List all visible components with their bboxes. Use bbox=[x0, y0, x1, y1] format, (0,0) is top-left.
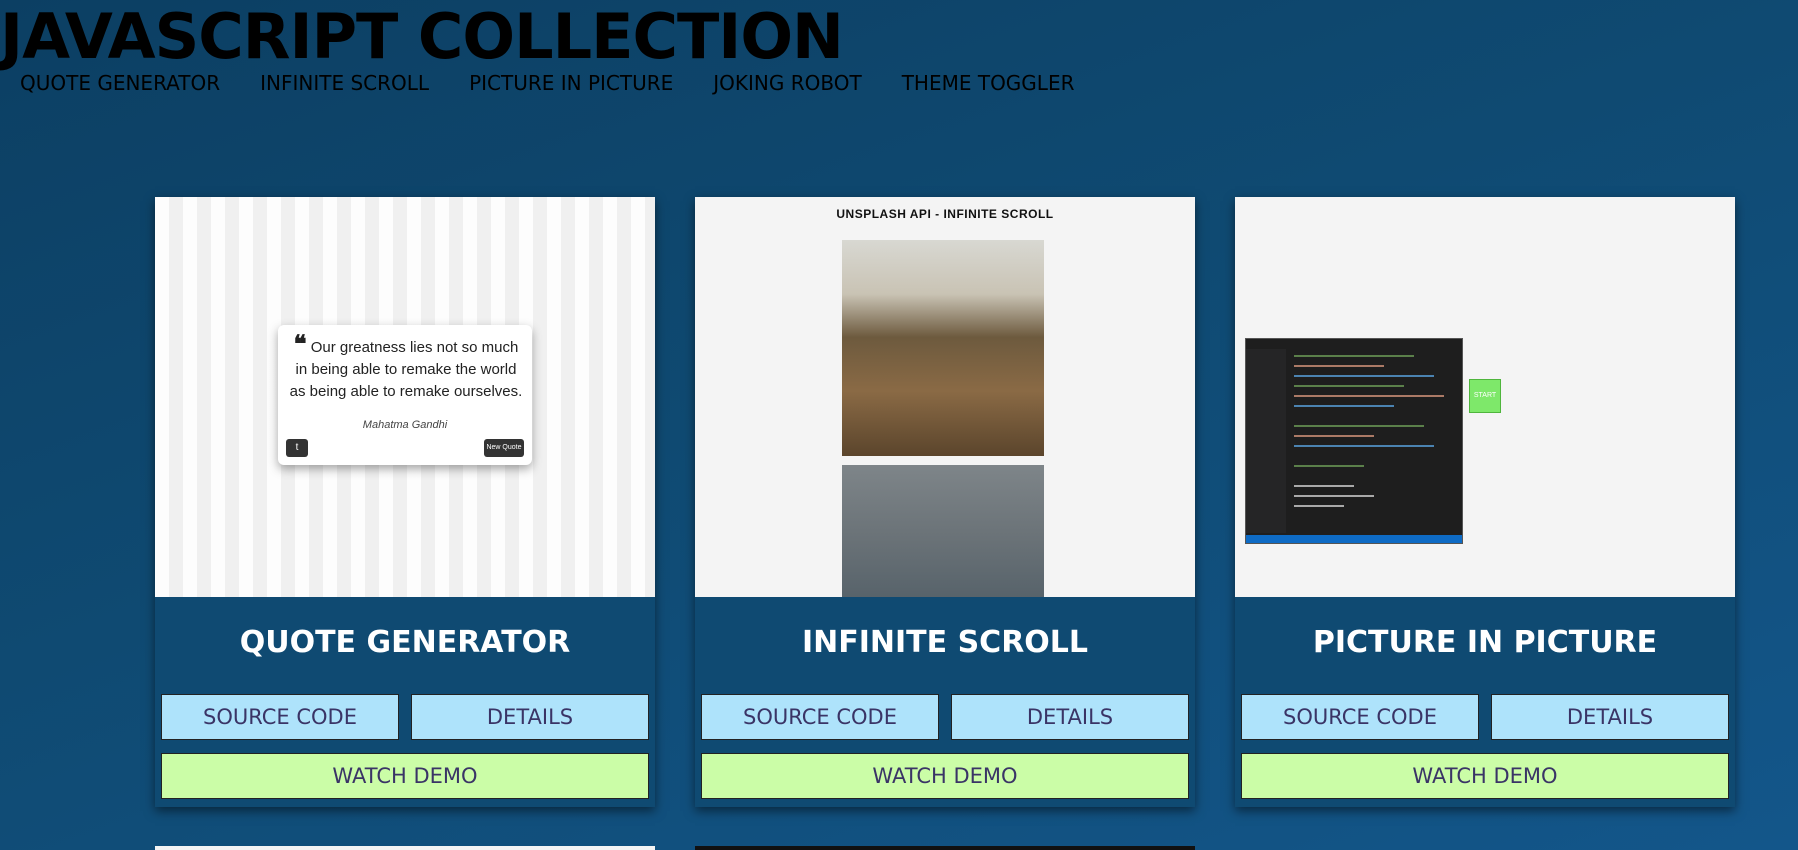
quote-text-preview: ❝ Our greatness lies not so much in bein… bbox=[289, 331, 523, 401]
code-line bbox=[1294, 435, 1374, 437]
project-card-next-partial bbox=[155, 846, 655, 850]
source-code-button[interactable]: SOURCE CODE bbox=[701, 694, 939, 740]
code-line bbox=[1294, 355, 1414, 357]
quote-box-preview: ❝ Our greatness lies not so much in bein… bbox=[278, 325, 532, 465]
shoe-photo-preview bbox=[842, 465, 1044, 597]
code-line bbox=[1294, 395, 1444, 397]
code-line bbox=[1294, 405, 1394, 407]
code-line bbox=[1294, 375, 1434, 377]
source-code-button[interactable]: SOURCE CODE bbox=[1241, 694, 1479, 740]
source-code-button[interactable]: SOURCE CODE bbox=[161, 694, 399, 740]
code-line bbox=[1294, 365, 1384, 367]
code-editor-preview bbox=[1245, 338, 1463, 544]
desert-photo-preview bbox=[842, 240, 1044, 456]
project-card-quote-generator: ❝ Our greatness lies not so much in bein… bbox=[155, 197, 655, 807]
watch-demo-button[interactable]: WATCH DEMO bbox=[1241, 753, 1729, 799]
details-button[interactable]: DETAILS bbox=[951, 694, 1189, 740]
project-card-picture-in-picture: START PICTURE IN PICTURE SOURCE CODE DET… bbox=[1235, 197, 1735, 807]
editor-status-bar bbox=[1246, 535, 1462, 543]
details-button[interactable]: DETAILS bbox=[1491, 694, 1729, 740]
new-quote-button-preview: New Quote bbox=[484, 439, 524, 457]
thumbnail-heading: UNSPLASH API - INFINITE SCROLL bbox=[836, 207, 1054, 221]
nav-joking-robot[interactable]: JOKING ROBOT bbox=[713, 71, 861, 95]
card-title: INFINITE SCROLL bbox=[801, 625, 1089, 660]
project-card-infinite-scroll: UNSPLASH API - INFINITE SCROLL INFINITE … bbox=[695, 197, 1195, 807]
twitter-icon: t bbox=[286, 439, 308, 457]
code-line bbox=[1294, 425, 1424, 427]
main-nav: QUOTE GENERATOR INFINITE SCROLL PICTURE … bbox=[20, 71, 1074, 95]
project-thumbnail: UNSPLASH API - INFINITE SCROLL bbox=[695, 197, 1195, 597]
card-title: PICTURE IN PICTURE bbox=[1312, 625, 1658, 660]
project-thumbnail: START bbox=[1235, 197, 1735, 597]
code-line bbox=[1294, 505, 1344, 507]
quote-author-preview: Mahatma Gandhi bbox=[362, 419, 448, 431]
page-title: JAVASCRIPT COLLECTION bbox=[0, 0, 844, 73]
code-line bbox=[1294, 495, 1374, 497]
watch-demo-button[interactable]: WATCH DEMO bbox=[161, 753, 649, 799]
editor-sidebar bbox=[1246, 349, 1286, 533]
code-line bbox=[1294, 485, 1354, 487]
nav-picture-in-picture[interactable]: PICTURE IN PICTURE bbox=[469, 71, 673, 95]
nav-infinite-scroll[interactable]: INFINITE SCROLL bbox=[260, 71, 429, 95]
code-line bbox=[1294, 385, 1404, 387]
nav-quote-generator[interactable]: QUOTE GENERATOR bbox=[20, 71, 220, 95]
project-card-next-partial bbox=[695, 846, 1195, 850]
details-button[interactable]: DETAILS bbox=[411, 694, 649, 740]
code-line bbox=[1294, 445, 1434, 447]
project-thumbnail: ❝ Our greatness lies not so much in bein… bbox=[155, 197, 655, 597]
start-button-preview: START bbox=[1469, 379, 1501, 413]
code-line bbox=[1294, 465, 1364, 467]
watch-demo-button[interactable]: WATCH DEMO bbox=[701, 753, 1189, 799]
quote-mark-icon: ❝ bbox=[293, 331, 307, 358]
card-title: QUOTE GENERATOR bbox=[239, 625, 571, 660]
nav-theme-toggler[interactable]: THEME TOGGLER bbox=[902, 71, 1075, 95]
